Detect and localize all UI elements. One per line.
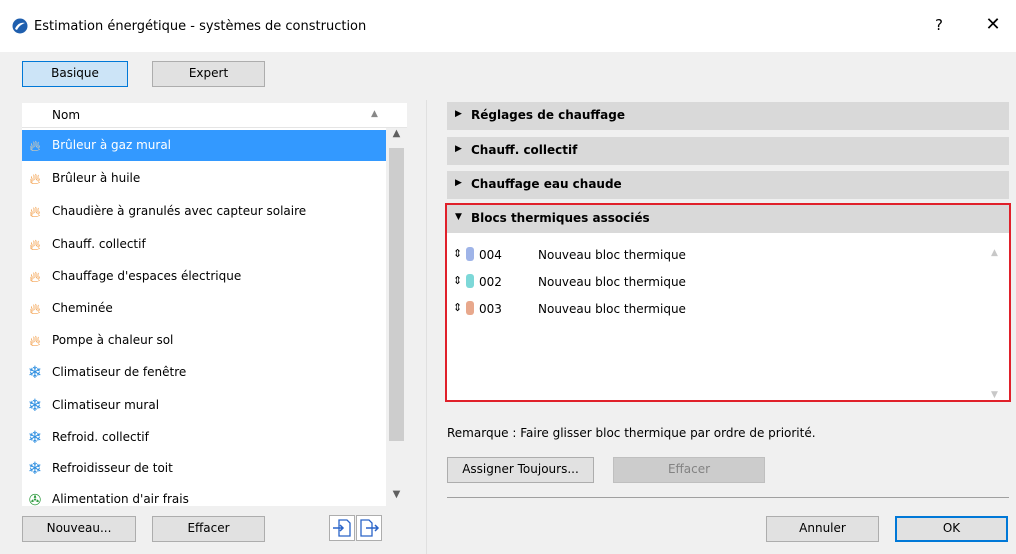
new-button[interactable]: Nouveau... [22, 516, 136, 542]
fan-icon: ✇ [28, 491, 42, 506]
list-item[interactable]: ❄ Climatiseur mural [22, 390, 386, 421]
highlight-box [445, 203, 1011, 402]
import-button[interactable] [329, 515, 355, 541]
list-item-label: Cheminée [52, 301, 113, 315]
sort-ascending-icon: ▲ [371, 109, 378, 119]
flame-icon: 🔥︎ [29, 203, 41, 221]
list-item[interactable]: ❄ Climatiseur de fenêtre [22, 357, 386, 388]
separator [447, 497, 1009, 498]
close-button[interactable]: ✕ [983, 14, 1003, 35]
list-scrollbar[interactable]: ▲ ▼ [386, 128, 407, 506]
list-item-label: Refroid. collectif [52, 430, 149, 444]
section-hot-water[interactable]: ▶ Chauffage eau chaude [447, 171, 1009, 199]
list-item[interactable]: 🔥︎ Brûleur à gaz mural [22, 130, 386, 161]
list-item-label: Brûleur à huile [52, 171, 141, 185]
snowflake-icon: ❄ [27, 428, 43, 448]
scroll-thumb[interactable] [389, 148, 404, 441]
snowflake-icon: ❄ [27, 363, 43, 383]
list-item[interactable]: 🔥︎ Chauff. collectif [22, 229, 386, 260]
title-bar: Estimation énergétique - systèmes de con… [0, 0, 1016, 52]
import-icon [333, 519, 351, 537]
panel-divider [426, 100, 427, 554]
assign-always-button[interactable]: Assigner Toujours... [447, 457, 594, 483]
snowflake-icon: ❄ [27, 396, 43, 416]
list-item[interactable]: ❄ Refroidisseur de toit [22, 453, 386, 484]
section-title: Chauff. collectif [471, 143, 578, 157]
flame-icon: 🔥︎ [29, 137, 41, 155]
list-item-label: Chaudière à granulés avec capteur solair… [52, 204, 307, 218]
section-title: Réglages de chauffage [471, 108, 625, 122]
section-heating-settings[interactable]: ▶ Réglages de chauffage [447, 102, 1009, 130]
expert-mode-button[interactable]: Expert [152, 61, 265, 87]
list-item[interactable]: 🔥︎ Chauffage d'espaces électrique [22, 261, 386, 292]
app-logo-icon [12, 18, 28, 34]
list-item-label: Chauff. collectif [52, 237, 146, 251]
scroll-up-icon[interactable]: ▲ [386, 128, 407, 145]
list-item-label: Climatiseur de fenêtre [52, 365, 187, 379]
flame-icon: 🔥︎ [29, 300, 41, 318]
cancel-button[interactable]: Annuler [766, 516, 879, 542]
list-item-label: Refroidisseur de toit [52, 461, 173, 475]
delete-button[interactable]: Effacer [152, 516, 265, 542]
list-item[interactable]: ❄ Refroid. collectif [22, 422, 386, 453]
flame-icon: 🔥︎ [29, 332, 41, 350]
clear-blocks-button[interactable]: Effacer [613, 457, 765, 483]
column-header-name[interactable]: Nom [52, 108, 80, 122]
section-collective-heating[interactable]: ▶ Chauff. collectif [447, 137, 1009, 165]
list-header[interactable]: Nom ▲ [22, 103, 407, 128]
remark-text: Remarque : Faire glisser bloc thermique … [447, 426, 816, 440]
list-item[interactable]: 🔥︎ Brûleur à huile [22, 163, 386, 194]
snowflake-icon: ❄ [27, 459, 43, 479]
flame-icon: 🔥︎ [29, 170, 41, 188]
list-item[interactable]: ✇ Alimentation d'air frais [22, 484, 386, 506]
export-icon [360, 519, 380, 537]
list-item-label: Alimentation d'air frais [52, 492, 189, 506]
system-list: Nom ▲ 🔥︎ Brûleur à gaz mural 🔥︎ Brûleur … [22, 103, 407, 506]
expand-arrow-icon: ▶ [455, 144, 462, 154]
flame-icon: 🔥︎ [29, 236, 41, 254]
help-button[interactable]: ? [935, 16, 943, 34]
basic-mode-button[interactable]: Basique [22, 61, 128, 87]
export-button[interactable] [356, 515, 382, 541]
expand-arrow-icon: ▶ [455, 109, 462, 119]
window-title: Estimation énergétique - systèmes de con… [34, 19, 367, 34]
list-item-label: Climatiseur mural [52, 398, 160, 412]
list-item-label: Brûleur à gaz mural [52, 138, 172, 152]
ok-button[interactable]: OK [895, 516, 1008, 542]
list-item[interactable]: 🔥︎ Pompe à chaleur sol [22, 325, 386, 356]
flame-icon: 🔥︎ [29, 268, 41, 286]
expand-arrow-icon: ▶ [455, 178, 462, 188]
energy-evaluation-dialog: Estimation énergétique - systèmes de con… [0, 0, 1016, 554]
list-item-label: Pompe à chaleur sol [52, 333, 174, 347]
list-item[interactable]: 🔥︎ Chaudière à granulés avec capteur sol… [22, 196, 386, 227]
scroll-down-icon[interactable]: ▼ [386, 489, 407, 506]
list-item[interactable]: 🔥︎ Cheminée [22, 293, 386, 324]
list-item-label: Chauffage d'espaces électrique [52, 269, 242, 283]
section-title: Chauffage eau chaude [471, 177, 622, 191]
